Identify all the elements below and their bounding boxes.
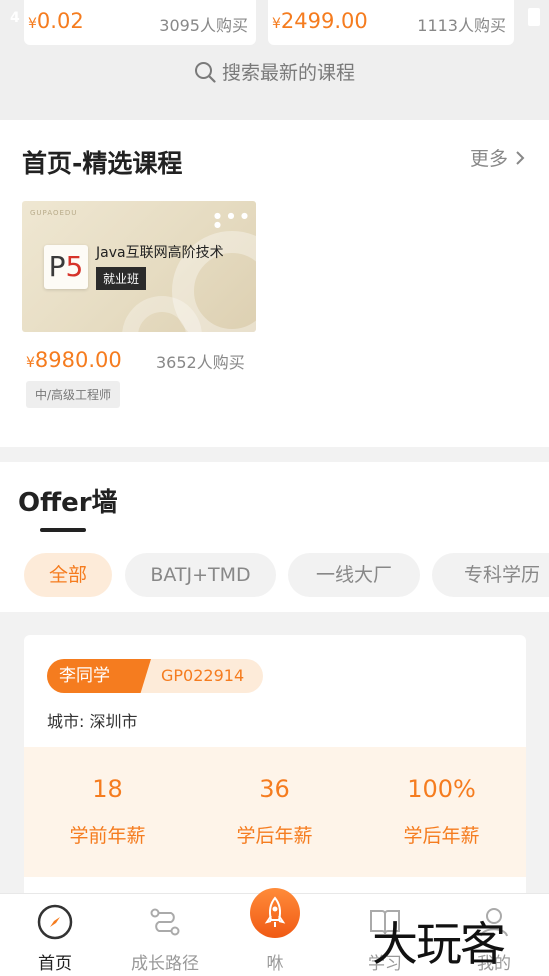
- compass-icon: [37, 904, 73, 940]
- offer-wall-section: Offer墙 全部 BATJ+TMD 一线大厂 专科学历: [0, 462, 549, 612]
- featured-courses-section: 首页-精选课程 更多 GUPAOEDU ● ● ● ● P5 Java互联网高阶…: [0, 120, 549, 447]
- path-icon: [150, 908, 180, 936]
- battery-icon: [528, 8, 540, 26]
- student-name: 李同学: [47, 659, 151, 693]
- salary-stats: 18 学前年薪 36 学后年薪 100% 学后年薪: [24, 747, 526, 877]
- stat-label: 学后年薪: [403, 825, 480, 847]
- tab-growth-path[interactable]: 成长路径: [110, 894, 220, 976]
- stat-item: 18 学前年薪: [24, 747, 191, 848]
- status-bar-time: 4: [10, 10, 20, 26]
- tab-label: 咻: [266, 954, 284, 974]
- student-city: 城市: 深圳市: [47, 712, 138, 731]
- top-course-card[interactable]: ¥2499.00 1113人购买: [268, 0, 514, 45]
- stat-label: 学后年薪: [236, 825, 313, 847]
- more-label: 更多: [470, 148, 509, 170]
- tab-label: 首页: [38, 954, 72, 974]
- search-hint-text: 搜索最新的课程: [221, 62, 355, 84]
- dots-decoration: ● ● ● ●: [214, 211, 251, 229]
- p5-logo: P5: [44, 245, 88, 289]
- top-area: ¥0.02 3095人购买 ¥2499.00 1113人购买 4 搜索最新的课程: [0, 0, 549, 120]
- stat-item: 36 学后年薪: [191, 747, 358, 848]
- search-link[interactable]: 搜索最新的课程: [0, 58, 549, 85]
- stat-value: 18: [92, 775, 123, 803]
- level-badge: 中/高级工程师: [26, 381, 121, 408]
- tab-rocket[interactable]: 咻: [220, 888, 330, 976]
- course-tag: 就业班: [96, 267, 147, 290]
- course-price: ¥8980.00: [26, 348, 122, 372]
- filter-chip-batj[interactable]: BATJ+TMD: [125, 553, 276, 597]
- rocket-icon: [250, 888, 300, 938]
- chevron-right-icon: [516, 151, 525, 165]
- watermark: 大玩客: [372, 917, 506, 971]
- student-code: GP022914: [161, 666, 245, 685]
- stat-item: 100% 学后年薪: [358, 747, 525, 848]
- tab-label: 成长路径: [131, 954, 199, 974]
- student-pill: 李同学 GP022914: [47, 659, 263, 693]
- filter-chip-all[interactable]: 全部: [24, 553, 112, 597]
- title-underline: [40, 528, 86, 532]
- course-buyers-count: 3652人购买: [156, 353, 245, 372]
- course-thumbnail[interactable]: GUPAOEDU ● ● ● ● P5 Java互联网高阶技术 就业班: [22, 201, 256, 332]
- course-price: ¥0.02: [28, 9, 84, 33]
- more-link[interactable]: 更多: [470, 144, 526, 171]
- filter-chip-tier1[interactable]: 一线大厂: [288, 553, 420, 597]
- stat-value: 100%: [407, 775, 476, 803]
- course-buyers-count: 3095人购买: [159, 16, 248, 35]
- stat-value: 36: [259, 775, 290, 803]
- brand-logo-text: GUPAOEDU: [30, 209, 78, 217]
- course-name: Java互联网高阶技术: [96, 245, 224, 261]
- stat-label: 学前年薪: [69, 825, 146, 847]
- section-title: 首页-精选课程: [22, 149, 183, 178]
- filter-chip-college[interactable]: 专科学历: [432, 553, 549, 597]
- search-icon: [194, 62, 216, 83]
- course-buyers-count: 1113人购买: [417, 16, 506, 35]
- top-course-card[interactable]: ¥0.02 3095人购买: [24, 0, 256, 45]
- section-title: Offer墙: [18, 488, 118, 518]
- tab-home[interactable]: 首页: [0, 894, 110, 976]
- offer-card[interactable]: 李同学 GP022914 城市: 深圳市 18 学前年薪 36 学后年薪 100…: [24, 635, 526, 905]
- course-price: ¥2499.00: [272, 9, 368, 33]
